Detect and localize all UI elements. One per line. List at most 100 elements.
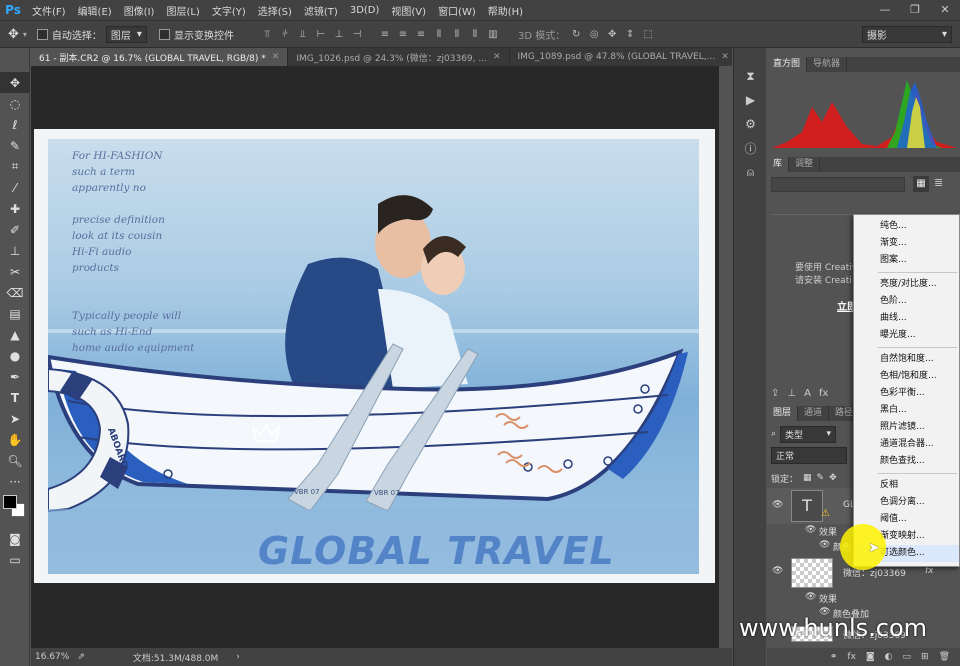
export-icon[interactable]: ⇗ [77,652,85,662]
tab-adjustments[interactable]: 调整 [789,157,821,172]
move-tool-icon[interactable]: ✥ [8,27,19,42]
doc-tab[interactable]: IMG_1089.psd @ 47.8% (GLOBAL TRAVEL,... ✕ [510,48,738,66]
auto-select-checkbox[interactable] [36,28,48,40]
visibility-eye-icon[interactable]: 👁︎ [805,525,816,535]
menu-item[interactable]: 照片滤镜... [854,419,959,436]
clone-stamp-tool-icon[interactable]: ⊥ [0,240,30,261]
rotate-3d-icon[interactable]: ↻ [569,28,583,40]
lock-move-icon[interactable]: ✥ [829,473,837,483]
trash-icon[interactable]: 🗑︎ [939,652,950,662]
zoom-level[interactable]: 16.67% [35,652,69,662]
menu-select[interactable]: 选择(S) [252,3,298,18]
info-icon[interactable]: ⓘ [734,136,767,160]
upload-icon[interactable]: ⇪ [771,388,779,404]
lock-pixels-icon[interactable]: ▦ [803,473,812,483]
visibility-eye-icon[interactable]: 👁︎ [772,566,783,576]
visibility-eye-icon[interactable]: 👁︎ [772,500,783,510]
menu-item[interactable]: 反相 [854,477,959,494]
global-travel-title[interactable]: GLOBAL TRAVEL [258,529,615,573]
tab-layers[interactable]: 图层 [767,406,799,421]
tab-library[interactable]: 库 [767,157,790,172]
close-icon[interactable]: ✕ [493,52,501,62]
stamp-icon[interactable]: ⊥ [787,388,796,404]
menu-item[interactable]: 色相/饱和度... [854,368,959,385]
slide-3d-icon[interactable]: ⇕ [623,28,637,40]
menu-file[interactable]: 文件(F) [26,3,72,18]
scale-3d-icon[interactable]: ⬚ [641,28,655,40]
minimize-button[interactable]: — [870,0,900,20]
menu-help[interactable]: 帮助(H) [482,3,529,18]
fx-icon[interactable]: fx [819,388,828,404]
menu-view[interactable]: 视图(V) [385,3,432,18]
path-select-tool-icon[interactable]: ➤ [0,408,30,429]
auto-select-dropdown[interactable]: 图层 ▾ [105,25,147,43]
menu-item[interactable]: 亮度/对比度... [854,276,959,293]
screen-mode-icon[interactable]: ▭ [0,549,30,570]
folder-icon[interactable]: ▭ [903,652,912,662]
chevron-right-icon[interactable]: › [236,652,240,662]
new-layer-icon[interactable]: ⊞ [921,652,929,662]
mask-icon[interactable]: ◙ [866,652,875,662]
history-icon[interactable]: ⧗ [734,64,767,88]
layer-name[interactable]: 微信：zj03369 [843,566,906,579]
fx-icon[interactable]: fx [847,652,856,662]
blur-tool-icon[interactable]: ▲ [0,324,30,345]
adjustment-icon[interactable]: ◐ [885,652,893,662]
quick-mask-icon[interactable]: ◙ [0,528,30,549]
close-icon[interactable]: ✕ [721,52,729,62]
layer-filter-dropdown[interactable]: 类型 ▾ [780,425,837,443]
brush-tool-icon[interactable]: ✐ [0,219,30,240]
eraser-tool-icon[interactable]: ⌫ [0,282,30,303]
library-dropdown[interactable] [771,177,905,192]
doc-tab-active[interactable]: 61 - 副本.CR2 @ 16.7% (GLOBAL TRAVEL, RGB/… [31,48,289,66]
brush-settings-icon[interactable]: ⚙ [734,112,767,136]
history-brush-tool-icon[interactable]: ✂ [0,261,30,282]
distribute-bottom-icon[interactable]: ≡ [414,28,428,40]
healing-brush-tool-icon[interactable]: ✚ [0,198,30,219]
lasso-tool-icon[interactable]: ℓ [0,114,30,135]
menu-window[interactable]: 窗口(W) [432,3,482,18]
dodge-tool-icon[interactable]: ● [0,345,30,366]
align-left-icon[interactable]: ⊢ [314,28,328,40]
menu-item[interactable]: 色彩平衡... [854,385,959,402]
tab-histogram[interactable]: 直方图 [767,57,808,72]
align-vcenter-icon[interactable]: ⫩ [278,28,292,40]
menu-item[interactable]: 图案... [854,252,959,269]
menu-item[interactable]: 渐变... [854,235,959,252]
distribute-vcenter-icon[interactable]: ≡ [396,28,410,40]
show-transform-checkbox[interactable] [158,28,170,40]
menu-item[interactable]: 通道混合器... [854,436,959,453]
menu-type[interactable]: 文字(Y) [206,3,252,18]
more-tools-icon[interactable]: ··· [0,471,30,492]
menu-item[interactable]: 色阶... [854,293,959,310]
menu-item[interactable]: 自然饱和度... [854,351,959,368]
fx-icon[interactable]: fx [925,566,934,576]
chevron-down-icon[interactable]: ▾ [23,30,27,39]
close-icon[interactable]: ✕ [272,52,280,62]
distribute-right-icon[interactable]: ⦀ [468,28,482,40]
drag-3d-icon[interactable]: ✥ [605,28,619,40]
visibility-eye-icon[interactable]: 👁︎ [805,592,816,602]
align-bottom-icon[interactable]: ⫫ [296,28,310,40]
eyedropper-tool-icon[interactable]: ⁄ [0,177,30,198]
move-tool-icon[interactable]: ✥ [0,72,30,93]
menu-layer[interactable]: 图层(L) [160,3,205,18]
library-search[interactable] [771,200,941,215]
menu-item[interactable]: 黑白... [854,402,959,419]
workspace-dropdown[interactable]: 摄影 ▾ [862,25,952,43]
doc-tab[interactable]: IMG_1026.psd @ 24.3% (微信：zj03369, ... ✕ [288,48,510,66]
menu-item[interactable]: 曝光度... [854,327,959,344]
zoom-tool-icon[interactable]: 🔍︎ [0,450,30,471]
menu-edit[interactable]: 编辑(E) [72,3,118,18]
maximize-button[interactable]: ❐ [900,0,930,20]
blend-mode-dropdown[interactable]: 正常 [771,446,847,464]
tab-channels[interactable]: 通道 [798,406,830,421]
distribute-top-icon[interactable]: ≡ [378,28,392,40]
type-tool-icon[interactable]: T [0,387,30,408]
close-button[interactable]: ✕ [930,0,960,20]
grid-view-icon[interactable]: ▦ [913,176,929,192]
list-view-icon[interactable]: ≣ [934,176,943,189]
menu-item[interactable]: 色调分离... [854,494,959,511]
pen-tool-icon[interactable]: ✒ [0,366,30,387]
tab-navigator[interactable]: 导航器 [807,57,848,72]
